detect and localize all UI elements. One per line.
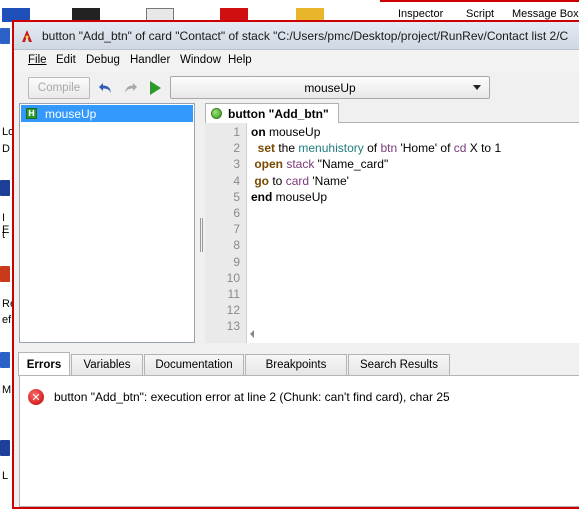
menu-debug[interactable]: Debug	[86, 54, 120, 66]
handler-select-value: mouseUp	[304, 80, 356, 95]
editor-tab-strip	[339, 103, 579, 123]
code-token: btn	[380, 141, 398, 156]
splitter-grip[interactable]	[200, 218, 203, 252]
line-number: 13	[226, 319, 240, 334]
line-number: 10	[226, 270, 240, 285]
tab-breakpoints[interactable]: Breakpoints	[245, 354, 347, 375]
editor-tab[interactable]: button "Add_btn"	[205, 103, 339, 123]
handler-icon: H	[26, 108, 37, 119]
code-editor[interactable]: on mouseUp set the menuhistory of btn 'H…	[247, 123, 579, 343]
message-box-label[interactable]: Message Box	[512, 8, 579, 20]
handler-select[interactable]: mouseUp	[170, 76, 490, 99]
code-token: mouseUp	[265, 125, 321, 139]
code-token: menuhistory	[298, 141, 364, 156]
handler-list-item-label: mouseUp	[45, 107, 97, 121]
window-title: button "Add_btn" of card "Contact" of st…	[42, 29, 569, 43]
code-token: 'Home'	[397, 141, 441, 156]
code-token: X	[466, 141, 482, 156]
status-ok-icon	[211, 108, 222, 119]
code-token: cd	[450, 141, 467, 156]
inspector-label[interactable]: Inspector	[398, 8, 443, 20]
line-number: 3	[233, 157, 240, 172]
undo-icon[interactable]	[98, 80, 114, 96]
title-bar[interactable]: button "Add_btn" of card "Contact" of st…	[14, 22, 579, 50]
line-number: 7	[233, 222, 240, 237]
desktop-app-icon[interactable]	[0, 440, 10, 456]
tab-search-results[interactable]: Search Results	[348, 354, 450, 375]
code-token: mouseUp	[272, 189, 328, 204]
code-token: 1	[491, 141, 502, 156]
menu-edit[interactable]: Edit	[56, 54, 76, 66]
code-token: to	[269, 173, 286, 188]
menu-bar: File Edit Debug Handler Window Help	[14, 50, 579, 72]
run-icon[interactable]	[147, 80, 163, 96]
error-message: button "Add_btn": execution error at lin…	[54, 390, 450, 404]
tab-errors[interactable]: Errors	[18, 352, 70, 376]
code-line: end mouseUp	[251, 190, 327, 204]
code-token: of	[440, 141, 451, 156]
palette-border	[380, 0, 579, 2]
code-token: stack	[283, 157, 315, 172]
editor-tab-label: button "Add_btn"	[228, 107, 329, 121]
code-token: end	[251, 189, 273, 204]
tab-variables[interactable]: Variables	[71, 354, 143, 375]
code-line: set the menuhistory of btn 'Home' of cd …	[251, 141, 501, 155]
desktop-app-icon[interactable]	[0, 352, 10, 368]
desktop-icon-label: D	[2, 143, 10, 155]
code-line: on mouseUp	[251, 125, 320, 139]
script-editor-window: button "Add_btn" of card "Contact" of st…	[12, 20, 579, 509]
handler-list: H mouseUp	[19, 103, 195, 343]
line-number: 6	[233, 206, 240, 220]
code-token: of	[363, 141, 381, 156]
chevron-down-icon	[473, 85, 481, 90]
errors-panel: ✕ button "Add_btn": execution error at l…	[19, 375, 579, 507]
handler-list-item[interactable]: H mouseUp	[21, 105, 193, 122]
menu-handler[interactable]: Handler	[130, 54, 170, 66]
code-token: the	[275, 141, 299, 156]
desktop-background: Inspector Script Message Box	[0, 0, 579, 22]
horizontal-scrollbar[interactable]	[247, 327, 579, 341]
toolbar: Compile mouseUp	[14, 72, 579, 102]
desktop-app-icon[interactable]	[0, 28, 10, 44]
line-number-gutter: 1 2 3 4 5 6 7 8 9 10 11 12 13	[205, 123, 247, 343]
code-line: open stack "Name_card"	[251, 157, 388, 171]
redo-icon[interactable]	[122, 80, 138, 96]
bottom-tab-bar: Errors Variables Documentation Breakpoin…	[14, 352, 579, 376]
menu-help[interactable]: Help	[228, 54, 252, 66]
code-token: go	[251, 173, 269, 188]
error-icon: ✕	[28, 389, 44, 405]
code-token: on	[251, 125, 266, 139]
tab-documentation[interactable]: Documentation	[144, 354, 244, 375]
code-token: open	[251, 157, 283, 172]
compile-button[interactable]: Compile	[28, 77, 90, 99]
script-label[interactable]: Script	[466, 8, 494, 20]
line-number: 11	[227, 287, 240, 301]
desktop-left-strip: Lo D I E t Re ef M L	[0, 22, 16, 509]
menu-file[interactable]: File	[28, 54, 47, 66]
line-number: 9	[233, 254, 240, 269]
menu-window[interactable]: Window	[180, 54, 221, 66]
scroll-left-icon[interactable]	[250, 330, 254, 338]
code-token: to	[481, 141, 492, 156]
desktop-icon-label: L	[2, 470, 9, 482]
line-number: 1	[233, 125, 240, 139]
code-token: set	[251, 141, 276, 156]
code-token: 'Name'	[309, 173, 349, 188]
code-line: go to card 'Name'	[251, 174, 349, 188]
desktop-icon-label: M	[2, 384, 12, 396]
desktop-icon-label: t	[2, 229, 6, 241]
line-number: 5	[233, 189, 240, 204]
line-number: 4	[233, 173, 240, 188]
desktop-icon-label: ef	[2, 314, 12, 326]
line-number: 2	[233, 141, 240, 156]
desktop-app-icon[interactable]	[0, 266, 10, 282]
desktop-app-icon[interactable]	[0, 180, 10, 196]
code-token: "Name_card"	[314, 157, 389, 172]
line-number: 8	[233, 238, 240, 253]
line-number: 12	[226, 303, 240, 318]
livecode-app-icon	[20, 29, 34, 43]
code-token: card	[285, 173, 310, 188]
pane-splitter[interactable]	[197, 103, 205, 343]
